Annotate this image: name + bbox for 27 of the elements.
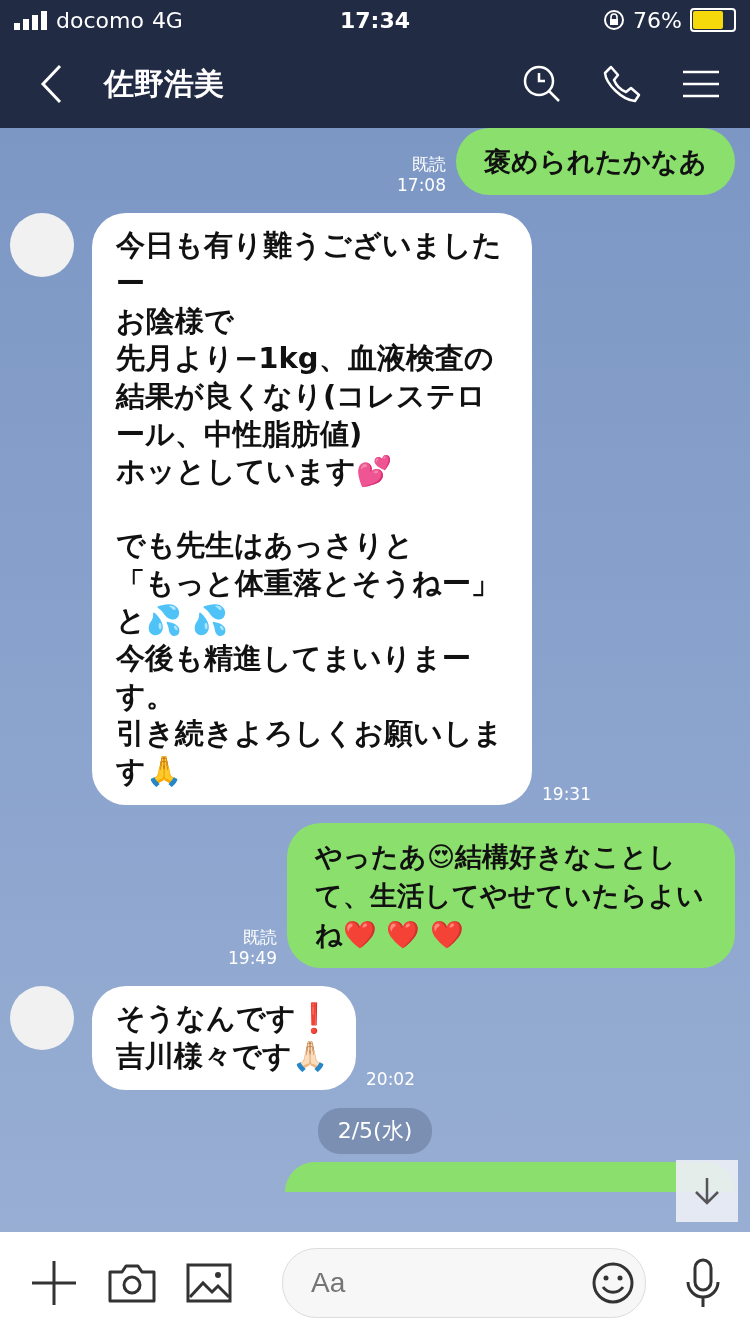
message-line: でも先生はあっさりと: [116, 526, 415, 564]
message-line: 今日も有り難うございましたー: [116, 227, 503, 302]
message-time: 19:49: [228, 947, 277, 969]
read-receipt: 既読: [243, 927, 277, 948]
message-line: 引き続きよろしくお願いします🙏: [116, 715, 504, 791]
date-chip: 2/5(水): [317, 1107, 433, 1154]
message-time: 17:08: [397, 174, 446, 196]
carrier-name: docomo: [56, 7, 144, 33]
status-time: 17:34: [340, 7, 410, 33]
message-time: 19:31: [542, 784, 591, 805]
sent-message: やったあ😍結構好きなことして、生活してやせていたらよいね❤ ❤ ❤: [287, 822, 735, 969]
message-line: 今後も精進してまいりまーす。: [116, 640, 472, 715]
message-line: そうなんです❗: [116, 1000, 332, 1038]
message-line: お陰様で: [116, 302, 235, 340]
sent-message: 褒められたかなあ: [456, 128, 735, 196]
battery-percent: 76%: [633, 7, 682, 33]
message-line: 「もっと体重落とそうねー」: [116, 564, 501, 602]
chat-title: 佐野浩美: [104, 64, 225, 103]
message-line: と💦 💦: [116, 602, 230, 640]
message-time: 20:02: [366, 1069, 415, 1090]
message-input-field[interactable]: Aa: [282, 1248, 646, 1318]
network-type: 4G: [151, 7, 183, 33]
message-line: 吉川様々です🙏🏻: [116, 1037, 329, 1075]
message-input[interactable]: Aa: [309, 1266, 591, 1300]
message-line: 先月より−1kg、血液検査の結果が良くなり(コレステロール、中性脂肪値): [116, 340, 495, 453]
read-receipt: 既読: [412, 154, 446, 175]
message-line: ホッとしています💕: [116, 453, 393, 491]
